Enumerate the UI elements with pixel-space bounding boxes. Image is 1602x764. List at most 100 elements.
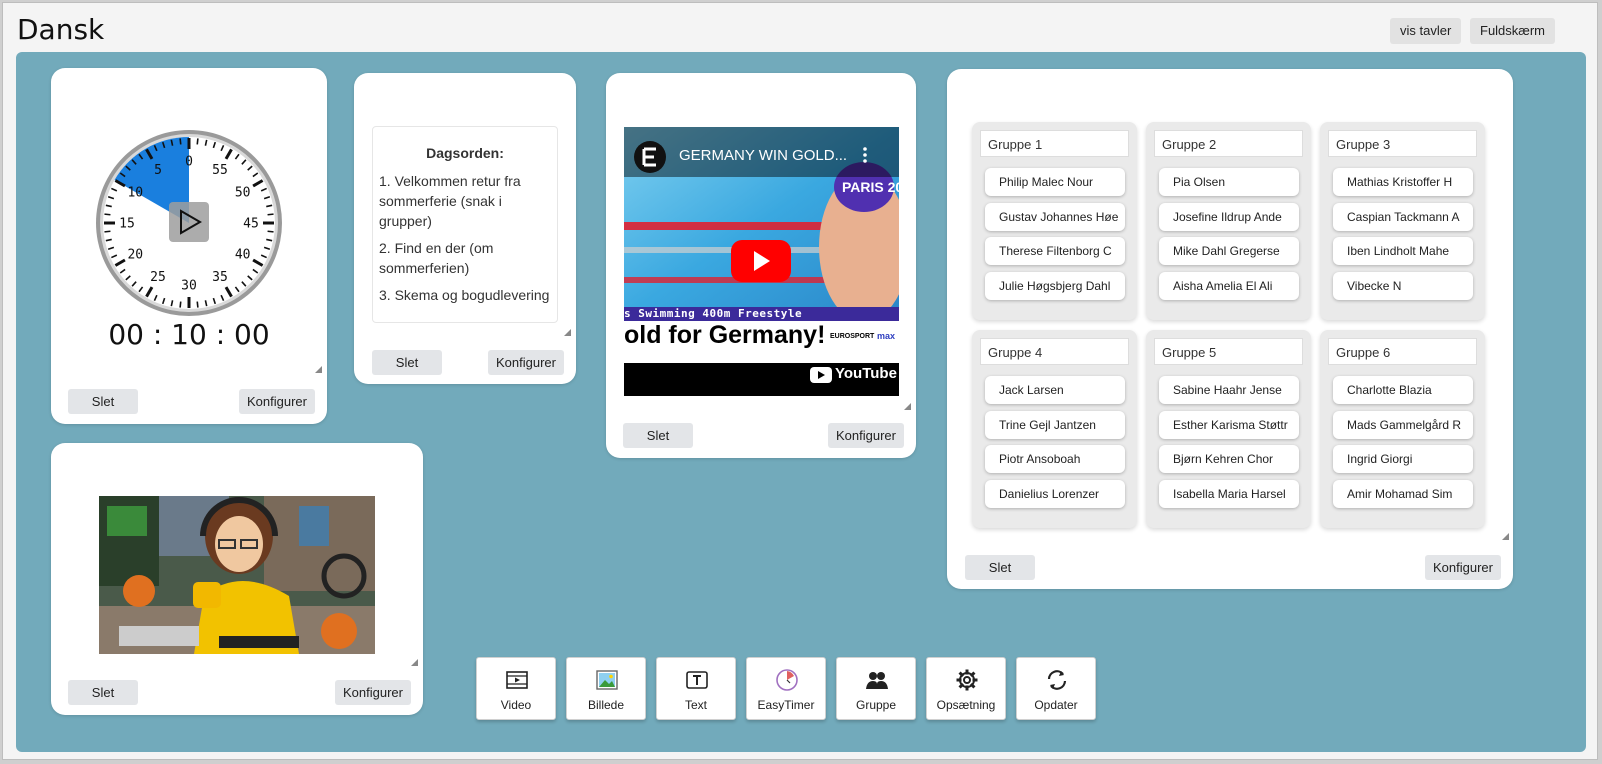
- group-name-input[interactable]: Gruppe 5: [1154, 338, 1303, 365]
- text-delete-button[interactable]: Slet: [372, 350, 442, 375]
- group-member[interactable]: Iben Lindholt Mahe: [1333, 237, 1473, 265]
- group-member[interactable]: Pia Olsen: [1159, 168, 1299, 196]
- image-configure-button[interactable]: Konfigurer: [335, 680, 411, 705]
- tool-label: Opsætning: [936, 698, 996, 712]
- group-member[interactable]: Jack Larsen: [985, 376, 1125, 404]
- text-card: Dagsorden: 1. Velkommen retur fra sommer…: [354, 73, 576, 384]
- groups-card: Gruppe 1 Philip Malec Nour Gustav Johannes…: [947, 69, 1513, 589]
- video-caption: old for Germany!: [624, 321, 826, 349]
- group-name-input[interactable]: Gruppe 6: [1328, 338, 1477, 365]
- video-card: GERMANY WIN GOLD... PARIS 20 s Swimming …: [606, 73, 916, 458]
- refresh-icon: [1047, 670, 1067, 690]
- group-member[interactable]: Aisha Amelia El Ali: [1159, 271, 1299, 300]
- group-member[interactable]: Ingrid Giorgi: [1333, 445, 1473, 473]
- group-panel: Gruppe 1 Philip Malec Nour Gustav Johannes…: [972, 122, 1137, 320]
- timer-dial[interactable]: 0 5 10 15 20 25 30 35 40 45 50 55: [94, 128, 284, 318]
- group-member[interactable]: Philip Malec Nour: [985, 168, 1125, 196]
- play-icon[interactable]: [169, 202, 209, 242]
- video-channel2: max: [877, 331, 896, 341]
- add-image-button[interactable]: Billede: [566, 657, 646, 720]
- group-member[interactable]: Trine Gejl Jantzen: [985, 410, 1125, 439]
- board: 0 5 10 15 20 25 30 35 40 45 50 55 00 : 10 : 00 Slet…: [16, 52, 1586, 752]
- group-name-input[interactable]: Gruppe 1: [980, 130, 1129, 157]
- video-player[interactable]: GERMANY WIN GOLD... PARIS 20 s Swimming …: [624, 127, 899, 396]
- group-member[interactable]: Amir Mohamad Sim: [1333, 479, 1473, 508]
- show-boards-button[interactable]: vis tavler: [1390, 18, 1462, 44]
- resize-handle[interactable]: [1502, 533, 1509, 540]
- tool-label: Billede: [587, 698, 625, 712]
- resize-handle[interactable]: [411, 659, 418, 666]
- agenda-item: 1. Velkommen retur fra sommerferie (snak…: [379, 173, 521, 229]
- dial-number: 40: [235, 248, 251, 263]
- dial-number: 35: [212, 270, 228, 285]
- group-member[interactable]: Sabine Haahr Jense: [1159, 376, 1299, 404]
- group-member[interactable]: Danielius Lorenzer: [985, 479, 1125, 508]
- group-member[interactable]: Isabella Maria Harsel: [1159, 479, 1299, 508]
- timer-icon: [776, 669, 798, 691]
- add-group-button[interactable]: Gruppe: [836, 657, 916, 720]
- settings-button[interactable]: Opsætning: [926, 657, 1006, 720]
- group-member[interactable]: Vibecke N: [1333, 271, 1473, 300]
- timer-card: 0 5 10 15 20 25 30 35 40 45 50 55 00 : 10 : 00 Slet…: [51, 68, 327, 424]
- text-icon: [686, 671, 708, 689]
- video-ticker: s Swimming 400m Freestyle: [624, 307, 803, 320]
- add-timer-button[interactable]: EasyTimer: [746, 657, 826, 720]
- tool-label: EasyTimer: [757, 698, 815, 712]
- group-name-input[interactable]: Gruppe 4: [980, 338, 1129, 365]
- dial-number: 0: [185, 155, 193, 170]
- group-name-input[interactable]: Gruppe 2: [1154, 130, 1303, 157]
- group-member[interactable]: Caspian Tackmann A: [1333, 202, 1473, 231]
- tool-label: Gruppe: [855, 698, 897, 712]
- add-video-button[interactable]: Video: [476, 657, 556, 720]
- group-member[interactable]: Piotr Ansoboah: [985, 445, 1125, 473]
- dial-number: 25: [150, 270, 166, 285]
- timer-delete-button[interactable]: Slet: [68, 389, 138, 414]
- groups-configure-button[interactable]: Konfigurer: [1425, 555, 1501, 580]
- dial-number: 5: [154, 163, 162, 178]
- group-member[interactable]: Therese Filtenborg C: [985, 237, 1125, 265]
- group-name-input[interactable]: Gruppe 3: [1328, 130, 1477, 157]
- group-panel: Gruppe 6 Charlotte Blazia Mads Gammelgård …: [1320, 330, 1485, 528]
- group-member[interactable]: Josefine Ildrup Ande: [1159, 202, 1299, 231]
- group-panel: Gruppe 5 Sabine Haahr Jense Esther Karisma…: [1146, 330, 1311, 528]
- refresh-button[interactable]: Opdater: [1016, 657, 1096, 720]
- group-panel: Gruppe 3 Mathias Kristoffer H Caspian Tack…: [1320, 122, 1485, 320]
- dial-number: 20: [127, 248, 143, 263]
- agenda-item: 3. Skema og bogudlevering: [379, 287, 550, 303]
- group-member[interactable]: Mads Gammelgård R: [1333, 410, 1473, 439]
- group-member[interactable]: Bjørn Kehren Chor: [1159, 445, 1299, 473]
- video-badge: PARIS 20: [842, 179, 899, 195]
- resize-handle[interactable]: [904, 403, 911, 410]
- dial-number: 45: [243, 217, 259, 232]
- image-icon: [596, 670, 618, 690]
- image-card: Slet Konfigurer: [51, 443, 423, 715]
- group-member[interactable]: Julie Høgsbjerg Dahl: [985, 271, 1125, 300]
- dial-number: 10: [127, 186, 143, 201]
- video-configure-button[interactable]: Konfigurer: [828, 423, 904, 448]
- video-delete-button[interactable]: Slet: [623, 423, 693, 448]
- tool-label: Opdater: [1034, 698, 1078, 712]
- resize-handle[interactable]: [315, 366, 322, 373]
- dial-number: 30: [181, 279, 197, 294]
- agenda-item: 2. Find en der (om sommerferien): [379, 240, 494, 276]
- group-member[interactable]: Mathias Kristoffer H: [1333, 168, 1473, 196]
- timer-configure-button[interactable]: Konfigurer: [239, 389, 315, 414]
- dial-number: 15: [119, 217, 135, 232]
- page-title: Dansk: [17, 13, 105, 46]
- groups-delete-button[interactable]: Slet: [965, 555, 1035, 580]
- time-readout: 00 : 10 : 00: [108, 318, 270, 351]
- group-panel: Gruppe 4 Jack Larsen Trine Gejl Jantzen Pio…: [972, 330, 1137, 528]
- agenda-text[interactable]: Dagsorden: 1. Velkommen retur fra sommer…: [372, 126, 558, 323]
- tool-label: Video: [500, 698, 532, 712]
- tool-label: Text: [684, 698, 707, 712]
- dial-number: 55: [212, 163, 228, 178]
- fullscreen-button[interactable]: Fuldskærm: [1470, 18, 1556, 44]
- image-delete-button[interactable]: Slet: [68, 680, 138, 705]
- text-configure-button[interactable]: Konfigurer: [488, 350, 564, 375]
- group-member[interactable]: Esther Karisma Støttr: [1159, 410, 1299, 439]
- group-member[interactable]: Mike Dahl Gregerse: [1159, 237, 1299, 265]
- add-text-button[interactable]: Text: [656, 657, 736, 720]
- group-member[interactable]: Charlotte Blazia: [1333, 376, 1473, 404]
- resize-handle[interactable]: [564, 329, 571, 336]
- group-member[interactable]: Gustav Johannes Høe: [985, 202, 1125, 231]
